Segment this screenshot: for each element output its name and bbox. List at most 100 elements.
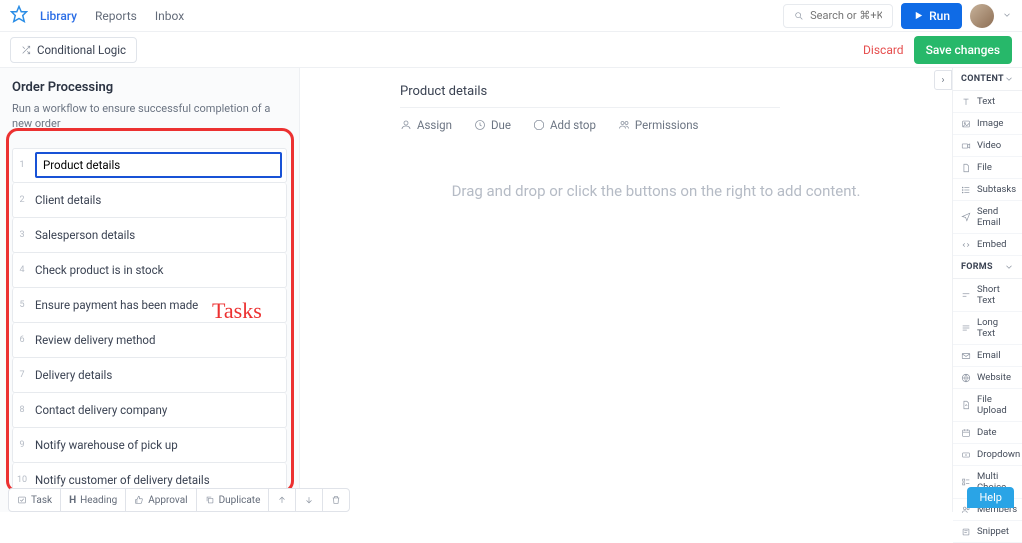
form-date[interactable]: Date — [953, 422, 1022, 444]
task-row[interactable]: 1 — [12, 148, 287, 183]
task-number: 8 — [13, 405, 31, 415]
save-changes-button[interactable]: Save changes — [914, 36, 1012, 64]
content-embed[interactable]: Embed — [953, 234, 1022, 256]
task-row[interactable]: 2Client details — [12, 183, 287, 218]
task-number: 9 — [13, 440, 31, 450]
task-number: 1 — [13, 160, 31, 170]
workflow-title: Order Processing — [12, 80, 287, 95]
form-website[interactable]: Website — [953, 367, 1022, 389]
move-up-button[interactable] — [269, 489, 296, 511]
task-number: 2 — [13, 195, 31, 205]
task-row[interactable]: 6Review delivery method — [12, 323, 287, 358]
search-box[interactable] — [783, 4, 893, 28]
right-panel: CONTENT Text Image Video File Subtasks S… — [952, 68, 1022, 512]
bottom-toolbar: Task HHeading Approval Duplicate — [8, 488, 350, 512]
trash-icon — [331, 495, 341, 505]
arrow-down-icon — [304, 495, 314, 505]
form-snippet[interactable]: Snippet — [953, 521, 1022, 543]
task-number: 5 — [13, 300, 31, 310]
search-icon — [794, 11, 804, 21]
permissions-icon — [618, 119, 630, 131]
text-icon — [961, 97, 971, 107]
dropdown-icon — [961, 450, 971, 460]
duplicate-button[interactable]: Duplicate — [197, 489, 270, 511]
task-number: 7 — [13, 370, 31, 380]
content-image[interactable]: Image — [953, 113, 1022, 135]
due-action[interactable]: Due — [474, 118, 511, 132]
play-icon — [913, 10, 924, 21]
task-number: 10 — [13, 475, 31, 485]
image-icon — [961, 119, 971, 129]
form-dropdown[interactable]: Dropdown — [953, 444, 1022, 466]
workflow-description: Run a workflow to ensure successful comp… — [12, 101, 287, 132]
permissions-action[interactable]: Permissions — [618, 118, 699, 132]
task-list: 1 2Client details 3Salesperson details 4… — [0, 140, 299, 512]
paper-plane-icon — [961, 212, 971, 222]
move-down-button[interactable] — [296, 489, 323, 511]
video-icon — [961, 141, 971, 151]
task-row[interactable]: 5Ensure payment has been made — [12, 288, 287, 323]
duplicate-icon — [205, 495, 215, 505]
avatar[interactable] — [970, 4, 994, 28]
content-file[interactable]: File — [953, 157, 1022, 179]
task-number: 3 — [13, 230, 31, 240]
nav-library[interactable]: Library — [40, 9, 77, 23]
long-text-icon — [961, 323, 971, 333]
task-row[interactable]: 4Check product is in stock — [12, 253, 287, 288]
task-title-input[interactable] — [35, 152, 282, 178]
help-button[interactable]: Help — [967, 487, 1014, 508]
discard-button[interactable]: Discard — [863, 43, 904, 57]
subtasks-icon — [961, 185, 971, 195]
delete-button[interactable] — [323, 489, 349, 511]
content-subtasks[interactable]: Subtasks — [953, 179, 1022, 201]
shuffle-icon — [21, 45, 31, 55]
thumbs-up-icon — [134, 495, 144, 505]
content-text[interactable]: Text — [953, 91, 1022, 113]
email-icon — [961, 351, 971, 361]
heading-icon: H — [69, 495, 76, 506]
form-file-upload[interactable]: File Upload — [953, 389, 1022, 422]
chevron-down-icon — [1004, 262, 1014, 272]
add-stop-action[interactable]: Add stop — [533, 118, 596, 132]
panel-collapse[interactable]: › — [934, 70, 952, 90]
form-long-text[interactable]: Long Text — [953, 312, 1022, 345]
task-icon — [17, 495, 27, 505]
content-section-head[interactable]: CONTENT — [953, 68, 1022, 91]
add-approval-button[interactable]: Approval — [126, 489, 196, 511]
task-row[interactable]: 7Delivery details — [12, 358, 287, 393]
arrow-up-icon — [277, 495, 287, 505]
task-row[interactable]: 3Salesperson details — [12, 218, 287, 253]
content-send-email[interactable]: Send Email — [953, 201, 1022, 234]
assign-action[interactable]: Assign — [400, 118, 452, 132]
form-short-text[interactable]: Short Text — [953, 279, 1022, 312]
chevron-down-icon — [1002, 10, 1012, 20]
form-email[interactable]: Email — [953, 345, 1022, 367]
stop-icon — [533, 119, 545, 131]
content-video[interactable]: Video — [953, 135, 1022, 157]
person-icon — [400, 119, 412, 131]
upload-file-icon — [961, 400, 971, 410]
multi-choice-icon — [961, 477, 971, 487]
user-menu-chevron[interactable] — [1002, 9, 1012, 23]
conditional-logic-button[interactable]: Conditional Logic — [10, 37, 137, 63]
run-button[interactable]: Run — [901, 3, 962, 29]
globe-icon — [961, 373, 971, 383]
add-heading-button[interactable]: HHeading — [61, 489, 126, 511]
nav-reports[interactable]: Reports — [95, 9, 137, 23]
task-number: 6 — [13, 335, 31, 345]
chevron-right-icon[interactable]: › — [934, 70, 952, 90]
clock-icon — [474, 119, 486, 131]
task-row[interactable]: 8Contact delivery company — [12, 393, 287, 428]
task-number: 4 — [13, 265, 31, 275]
nav-inbox[interactable]: Inbox — [155, 9, 184, 23]
embed-icon — [961, 240, 971, 250]
calendar-icon — [961, 428, 971, 438]
content-placeholder: Drag and drop or click the buttons on th… — [400, 182, 912, 200]
file-icon — [961, 163, 971, 173]
app-logo — [10, 5, 28, 26]
add-task-button[interactable]: Task — [9, 489, 61, 511]
search-input[interactable] — [810, 9, 882, 22]
forms-section-head[interactable]: FORMS — [953, 256, 1022, 279]
task-row[interactable]: 9Notify warehouse of pick up — [12, 428, 287, 463]
task-detail-title[interactable]: Product details — [400, 84, 780, 108]
